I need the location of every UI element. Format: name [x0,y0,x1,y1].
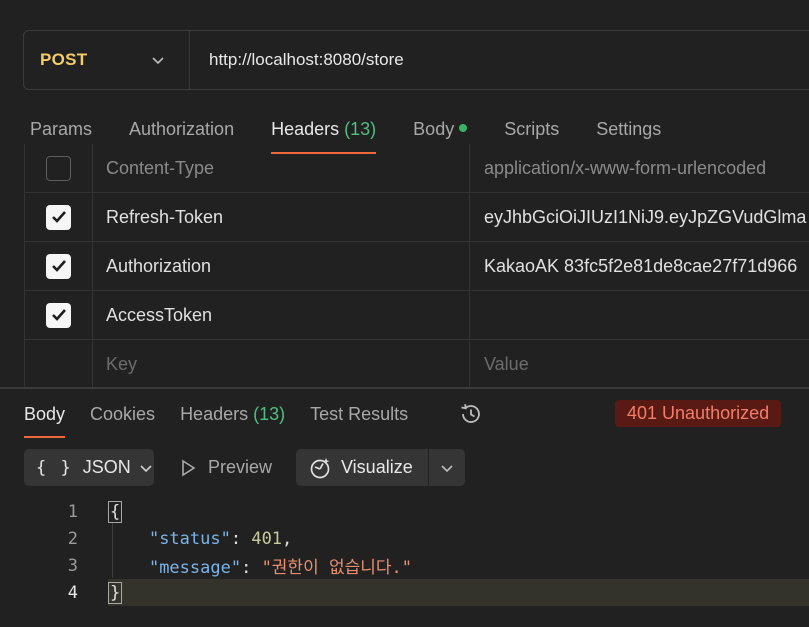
check-icon [51,260,66,272]
headers-table: Content-Type application/x-www-form-urle… [24,144,809,389]
header-key[interactable]: Authorization [93,242,470,290]
tab-label: Body [413,119,455,139]
line-number: 3 [67,555,78,576]
code-line: 1 { [0,498,809,525]
header-checkbox[interactable] [46,253,71,279]
new-key-input[interactable]: Key [93,340,470,389]
tab-label: Cookies [90,404,156,424]
open-brace: { [108,500,123,523]
method-label: POST [40,50,88,69]
modified-dot-icon [459,124,468,133]
tab-test-results[interactable]: Test Results [310,398,408,438]
play-icon [182,459,196,476]
header-checkbox[interactable] [46,302,71,328]
header-key[interactable]: Content-Type [93,144,470,192]
tab-cookies[interactable]: Cookies [90,398,155,438]
url-input[interactable]: http://localhost:8080/store [209,50,404,70]
json-string: "권한이 없습니다." [261,558,412,578]
close-brace: } [108,581,123,604]
header-value[interactable] [470,291,809,339]
tab-label: Authorization [129,119,235,139]
chevron-down-icon [140,464,152,472]
format-label: JSON [82,457,131,477]
tab-count: (13) [253,404,286,424]
header-key[interactable]: Refresh-Token [93,193,470,241]
visualize-button[interactable]: Visualize [296,449,429,486]
checkbox-cell [25,193,93,241]
tab-response-headers[interactable]: Headers (13) [180,398,285,438]
tab-label: Test Results [310,404,409,424]
visualize-button-group: Visualize [296,449,465,486]
format-select[interactable]: { } JSON [24,449,154,486]
panel-resize-handle[interactable] [0,387,809,389]
header-value[interactable]: eyJhbGciOiJIUzI1NiJ9.eyJpZGVudGlma [470,193,809,241]
header-value[interactable]: KakaoAK 83fc5f2e81de8cae27f71d966 [470,242,809,290]
json-key: "message" [148,558,242,578]
chevron-down-icon [152,57,164,65]
check-icon [51,309,66,321]
header-value[interactable]: application/x-www-form-urlencoded [470,144,809,192]
tab-label: Body [24,404,66,424]
tab-label: Params [30,119,93,139]
response-body-editor[interactable]: 1 { 2 "status": 401, 3 "message": "권한이 없… [0,498,809,606]
code-text: "message": "권한이 없습니다." [148,558,412,578]
visualize-dropdown[interactable] [429,449,465,486]
header-checkbox[interactable] [46,204,71,230]
code-line-active: 4 } [68,579,809,606]
check-icon [51,211,66,223]
checkbox-cell [25,340,93,389]
header-key[interactable]: AccessToken [93,291,470,339]
preview-button[interactable]: Preview [180,449,272,486]
status-badge[interactable]: 401 Unauthorized [615,400,782,427]
line-number: 2 [67,528,78,549]
json-number: 401 [251,528,283,549]
response-tabs: Body Cookies Headers (13) Test Results [24,398,433,438]
braces-icon: { } [36,457,73,478]
checkbox-cell [25,144,93,192]
new-value-input[interactable]: Value [470,340,809,389]
method-select[interactable]: POST [24,31,190,89]
tab-count: (13) [344,119,377,139]
code-line: 3 "message": "권한이 없습니다." [0,552,809,579]
json-key: "status" [148,528,231,549]
table-row-new: Key Value [24,340,809,389]
visualize-icon [310,457,330,478]
code-line: 2 "status": 401, [0,525,809,552]
visualize-label: Visualize [341,457,413,477]
chevron-down-icon [441,464,453,472]
line-number: 4 [67,582,78,603]
table-row: Refresh-Token eyJhbGciOiJIUzI1NiJ9.eyJpZ… [24,193,809,242]
line-number: 1 [67,501,78,522]
table-row: Content-Type application/x-www-form-urle… [24,144,809,193]
request-url-bar: POST http://localhost:8080/store [23,30,809,90]
tab-response-body[interactable]: Body [24,398,66,438]
header-checkbox[interactable] [46,155,71,181]
tab-label: Settings [596,119,662,139]
code-text: "status": 401, [148,528,293,549]
table-row: AccessToken [24,291,809,340]
checkbox-cell [25,242,93,290]
preview-label: Preview [208,457,273,477]
tab-label: Scripts [504,119,560,139]
tab-label: Headers [271,119,340,139]
code-text: } [108,581,123,604]
checkbox-cell [25,291,93,339]
tab-label: Headers [180,404,249,424]
history-icon[interactable] [458,401,484,427]
code-text: { [108,500,123,523]
table-row: Authorization KakaoAK 83fc5f2e81de8cae27… [24,242,809,291]
